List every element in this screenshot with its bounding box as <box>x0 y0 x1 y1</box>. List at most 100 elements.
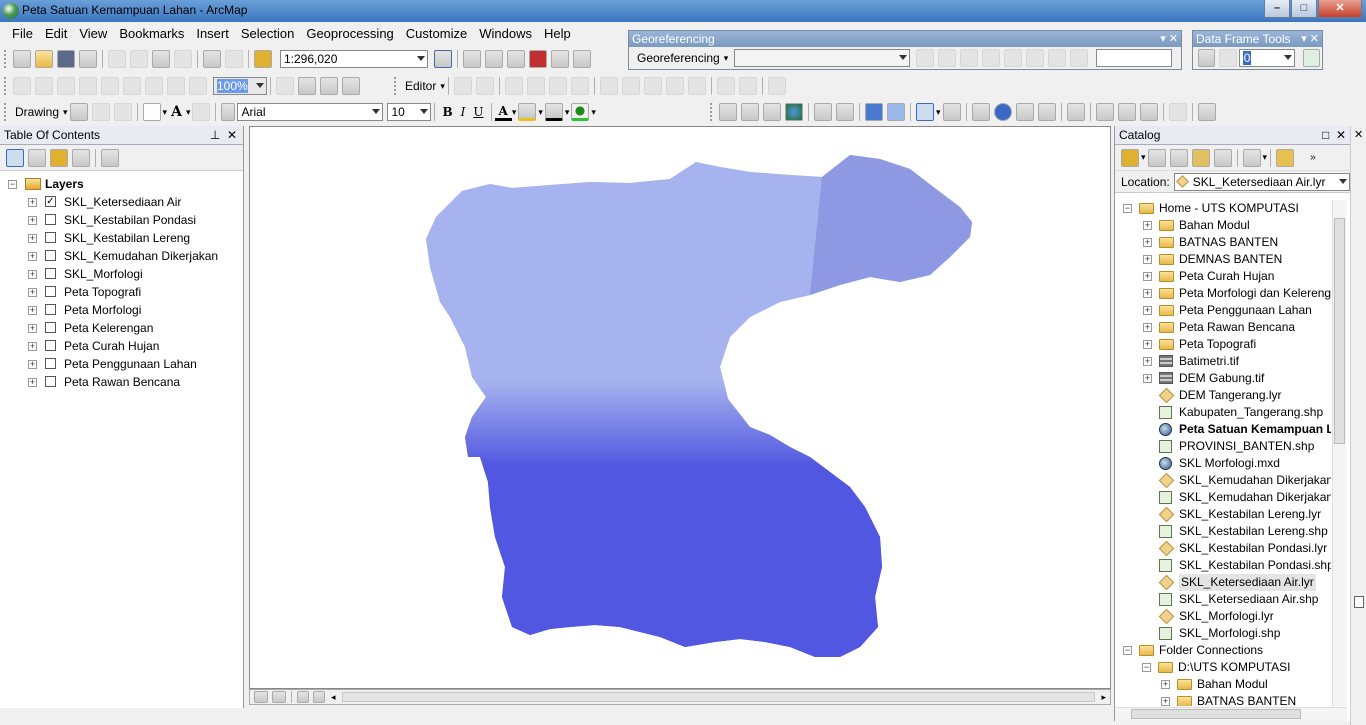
expand-icon[interactable]: + <box>1143 221 1152 230</box>
layer-visibility-checkbox[interactable] <box>45 286 56 297</box>
minimize-button[interactable]: – <box>1264 0 1290 18</box>
menu-edit[interactable]: Edit <box>39 22 73 46</box>
measure-icon[interactable] <box>1066 103 1085 121</box>
list-by-source-icon[interactable] <box>28 148 46 167</box>
search-window-icon[interactable] <box>507 50 525 68</box>
print-icon[interactable] <box>79 50 97 68</box>
catalog-item[interactable]: PROVINSI_BANTEN.shp <box>1115 438 1331 455</box>
bold-button[interactable]: B <box>438 105 456 119</box>
identify-icon[interactable] <box>993 103 1012 121</box>
list-by-drawing-order-icon[interactable] <box>6 148 24 167</box>
georeferencing-menu[interactable]: Georeferencing <box>633 51 724 65</box>
rotate-data-frame-icon[interactable] <box>1198 49 1216 67</box>
close-button[interactable]: ✕ <box>1318 0 1362 18</box>
catalog-item[interactable]: SKL_Ketersediaan Air.lyr <box>1115 574 1331 591</box>
rotation-angle-combo[interactable]: 0 <box>1238 49 1295 67</box>
catalog-connection-item[interactable]: + Bahan Modul <box>1115 676 1331 693</box>
font-size-combo[interactable]: 10 <box>387 103 432 121</box>
expand-icon[interactable]: + <box>28 306 37 315</box>
catalog-item[interactable]: + Bahan Modul <box>1115 217 1331 234</box>
table-of-contents-icon[interactable] <box>463 50 481 68</box>
edit-vertices-icon[interactable] <box>599 77 618 95</box>
catalog-close-icon[interactable]: ✕ <box>1336 128 1346 142</box>
delete-icon[interactable] <box>174 50 192 68</box>
data-frame-tools-close-button[interactable]: ▾ ✕ <box>1301 31 1319 47</box>
full-extent-icon[interactable] <box>785 103 803 121</box>
layout-zoom-combo[interactable]: 100% <box>213 77 267 95</box>
catalog-item[interactable]: Kabupaten_Tangerang.shp <box>1115 404 1331 421</box>
underline-button[interactable]: U <box>469 105 487 119</box>
clear-selection-icon[interactable] <box>942 103 961 121</box>
open-folder-icon[interactable] <box>35 50 53 68</box>
refresh-icon[interactable] <box>297 691 309 703</box>
catalog-window-icon[interactable] <box>485 50 503 68</box>
zoom-in-icon[interactable] <box>719 103 737 121</box>
select-elements-tools-icon[interactable] <box>971 103 990 121</box>
catalog-item[interactable]: + Peta Penggunaan Lahan <box>1115 302 1331 319</box>
new-folder-icon[interactable] <box>1276 148 1295 167</box>
toc-pin-icon[interactable]: ⊥ <box>210 128 220 142</box>
go-back-extent-icon[interactable] <box>865 103 883 121</box>
toc-layer-item[interactable]: + SKL_Kestabilan Pondasi <box>0 211 243 229</box>
line-color-icon[interactable] <box>544 103 563 121</box>
catalog-item[interactable]: SKL_Morfologi.lyr <box>1115 608 1331 625</box>
toc-layer-item[interactable]: + Peta Penggunaan Lahan <box>0 355 243 373</box>
clear-rotation-icon[interactable] <box>1219 49 1237 67</box>
layer-visibility-checkbox[interactable] <box>45 304 56 315</box>
edit-tool-icon[interactable] <box>453 77 472 95</box>
catalog-maximize-icon[interactable]: □ <box>1322 128 1329 142</box>
catalog-item[interactable]: + BATNAS BANTEN <box>1115 234 1331 251</box>
toc-layer-item[interactable]: + Peta Topografi <box>0 283 243 301</box>
map-display[interactable] <box>249 126 1111 689</box>
georeferencing-close-button[interactable]: ▾ ✕ <box>1160 31 1178 47</box>
catalog-horizontal-scrollbar[interactable] <box>1115 707 1347 721</box>
georeferencing-layer-combo[interactable] <box>734 49 911 67</box>
toc-layer-item[interactable]: + SKL_Kemudahan Dikerjakan <box>0 247 243 265</box>
catalog-hscroll-thumb[interactable] <box>1131 709 1301 719</box>
marker-color-icon[interactable] <box>571 103 590 121</box>
new-document-icon[interactable] <box>13 50 31 68</box>
zoom-in-layout-icon[interactable] <box>13 77 31 95</box>
trace-icon[interactable] <box>548 77 567 95</box>
catalog-item[interactable]: SKL_Kestabilan Pondasi.shp <box>1115 557 1331 574</box>
editor-toolbar-icon[interactable] <box>434 50 452 68</box>
catalog-item[interactable]: SKL_Kemudahan Dikerjakan. <box>1115 472 1331 489</box>
layout-view-icon[interactable] <box>272 691 286 703</box>
italic-button[interactable]: I <box>457 105 470 119</box>
rotate-feature-icon[interactable] <box>687 77 706 95</box>
list-by-visibility-icon[interactable] <box>50 148 68 167</box>
menu-geoprocessing[interactable]: Geoprocessing <box>300 22 399 46</box>
pan-layout-icon[interactable] <box>57 77 75 95</box>
reshape-icon[interactable] <box>621 77 640 95</box>
expand-icon[interactable]: + <box>1143 374 1152 383</box>
find-route-icon[interactable] <box>1117 103 1136 121</box>
data-driven-pages-icon[interactable] <box>342 77 360 95</box>
add-data-icon[interactable] <box>254 50 272 68</box>
select-features-icon[interactable] <box>916 103 934 121</box>
add-control-points-icon[interactable] <box>916 49 935 67</box>
select-link-icon[interactable] <box>960 49 979 67</box>
expand-icon[interactable]: + <box>1161 697 1170 706</box>
expand-icon[interactable]: + <box>1143 323 1152 332</box>
catalog-item[interactable]: DEM Tangerang.lyr <box>1115 387 1331 404</box>
catalog-item[interactable]: + Batimetri.tif <box>1115 353 1331 370</box>
zoom-to-link-icon[interactable] <box>982 49 1001 67</box>
toc-options-icon[interactable] <box>101 148 119 167</box>
attributes-icon[interactable] <box>716 77 735 95</box>
expand-icon[interactable]: + <box>28 342 37 351</box>
catalog-item[interactable]: SKL_Kestabilan Lereng.shp <box>1115 523 1331 540</box>
expand-icon[interactable]: + <box>28 288 37 297</box>
toc-layer-item[interactable]: + SKL_Kestabilan Lereng <box>0 229 243 247</box>
expand-icon[interactable]: + <box>1143 357 1152 366</box>
auto-registration-icon[interactable] <box>938 49 957 67</box>
change-layout-icon[interactable] <box>320 77 338 95</box>
views-icon[interactable] <box>1242 148 1261 167</box>
fixed-zoom-in-icon[interactable] <box>814 103 832 121</box>
fixed-zoom-out-icon[interactable] <box>836 103 854 121</box>
expand-icon[interactable]: + <box>28 324 37 333</box>
go-to-xy-icon[interactable] <box>1139 103 1158 121</box>
menu-windows[interactable]: Windows <box>473 22 538 46</box>
layer-visibility-checkbox[interactable] <box>45 322 56 333</box>
html-popup-icon[interactable] <box>1037 103 1056 121</box>
catalog-item[interactable]: + DEMNAS BANTEN <box>1115 251 1331 268</box>
